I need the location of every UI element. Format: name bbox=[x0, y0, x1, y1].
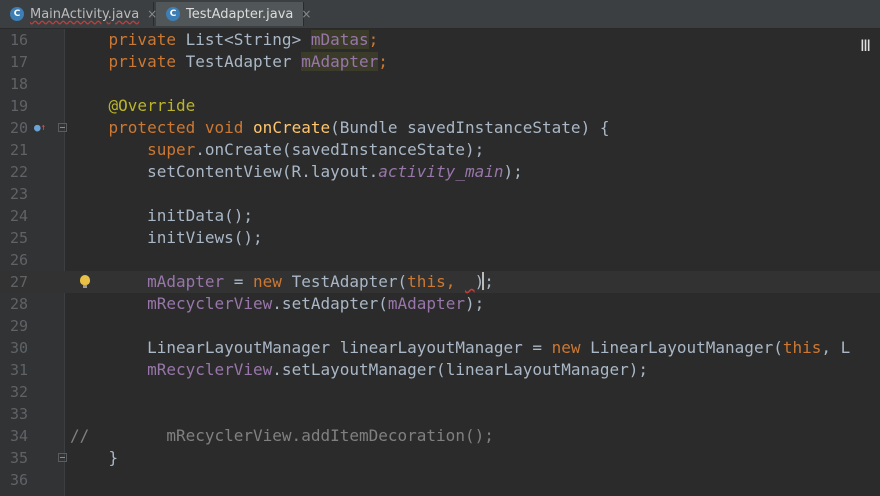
tab-testadapter[interactable]: C TestAdapter.java × bbox=[156, 2, 311, 26]
code-comment[interactable]: // mRecyclerView.addItemDecoration(); bbox=[70, 425, 494, 447]
code-line[interactable]: 30 LinearLayoutManager linearLayoutManag… bbox=[0, 337, 880, 359]
tab-mainactivity[interactable]: C MainActivity.java × bbox=[0, 2, 157, 26]
code-line-current[interactable]: 27 mAdapter = new TestAdapter(this, ); bbox=[0, 271, 880, 293]
line-number: 33 bbox=[9, 405, 28, 423]
code-line[interactable]: 23 bbox=[0, 183, 880, 205]
line-number: 28 bbox=[9, 295, 28, 313]
line-number: 17 bbox=[9, 53, 28, 71]
line-number: 29 bbox=[9, 317, 28, 335]
code-text[interactable]: mRecyclerView.setAdapter(mAdapter); bbox=[70, 293, 484, 315]
code-text[interactable]: initData(); bbox=[70, 205, 253, 227]
line-number: 27 bbox=[9, 273, 28, 291]
code-line[interactable]: 22 setContentView(R.layout.activity_main… bbox=[0, 161, 880, 183]
code-line[interactable]: 19 @Override bbox=[0, 95, 880, 117]
line-number: 18 bbox=[9, 75, 28, 93]
line-number: 35 bbox=[9, 449, 28, 467]
code-text[interactable]: super.onCreate(savedInstanceState); bbox=[70, 139, 484, 161]
code-text[interactable]: mRecyclerView.setLayoutManager(linearLay… bbox=[70, 359, 648, 381]
line-number: 24 bbox=[9, 207, 28, 225]
code-text[interactable]: } bbox=[70, 447, 119, 469]
code-line[interactable]: 28 mRecyclerView.setAdapter(mAdapter); bbox=[0, 293, 880, 315]
code-line[interactable]: 18 bbox=[0, 73, 880, 95]
line-number: 31 bbox=[9, 361, 28, 379]
editor-tab-bar: C MainActivity.java × C TestAdapter.java… bbox=[0, 0, 880, 29]
tab-label: MainActivity.java bbox=[30, 6, 140, 22]
code-line[interactable]: 25 initViews(); bbox=[0, 227, 880, 249]
code-line[interactable]: 17 private TestAdapter mAdapter; bbox=[0, 51, 880, 73]
line-number: 36 bbox=[9, 471, 28, 489]
line-number: 25 bbox=[9, 229, 28, 247]
code-line[interactable]: 36 bbox=[0, 469, 880, 491]
line-number: 34 bbox=[9, 427, 28, 445]
line-number: 21 bbox=[9, 141, 28, 159]
code-line[interactable]: 34 // mRecyclerView.addItemDecoration(); bbox=[0, 425, 880, 447]
code-text[interactable]: mAdapter = new TestAdapter(this, ); bbox=[70, 271, 494, 293]
override-method-icon[interactable]: ●↑ bbox=[34, 117, 46, 139]
line-number: 30 bbox=[9, 339, 28, 357]
code-text[interactable]: protected void onCreate(Bundle savedInst… bbox=[70, 117, 610, 139]
code-line[interactable]: 16 private List<String> mDatas; bbox=[0, 29, 880, 51]
code-line[interactable]: 33 bbox=[0, 403, 880, 425]
line-number: 20 bbox=[9, 119, 28, 137]
line-number: 16 bbox=[9, 31, 28, 49]
code-text[interactable]: setContentView(R.layout.activity_main); bbox=[70, 161, 523, 183]
line-number: 22 bbox=[9, 163, 28, 181]
java-class-icon: C bbox=[166, 7, 180, 21]
code-line[interactable]: 26 bbox=[0, 249, 880, 271]
text-caret bbox=[482, 272, 484, 290]
fold-toggle-icon[interactable] bbox=[58, 123, 67, 132]
tab-label: TestAdapter.java bbox=[186, 6, 294, 22]
text-cursor-icon: Ⅲ bbox=[860, 36, 872, 55]
code-text[interactable]: LinearLayoutManager linearLayoutManager … bbox=[70, 337, 850, 359]
code-line[interactable]: 21 super.onCreate(savedInstanceState); bbox=[0, 139, 880, 161]
line-number: 23 bbox=[9, 185, 28, 203]
code-text[interactable]: initViews(); bbox=[70, 227, 263, 249]
close-icon[interactable]: × bbox=[301, 7, 311, 21]
code-line[interactable]: 24 initData(); bbox=[0, 205, 880, 227]
code-text[interactable]: private TestAdapter mAdapter; bbox=[70, 51, 388, 73]
code-text[interactable]: @Override bbox=[70, 95, 196, 117]
code-line[interactable]: 31 mRecyclerView.setLayoutManager(linear… bbox=[0, 359, 880, 381]
line-number: 19 bbox=[9, 97, 28, 115]
code-line[interactable]: 20 ●↑ protected void onCreate(Bundle sav… bbox=[0, 117, 880, 139]
line-number: 32 bbox=[9, 383, 28, 401]
fold-toggle-icon[interactable] bbox=[58, 453, 67, 462]
code-line[interactable]: 32 bbox=[0, 381, 880, 403]
code-line[interactable]: 29 bbox=[0, 315, 880, 337]
code-line[interactable]: 35 } bbox=[0, 447, 880, 469]
java-class-icon: C bbox=[10, 7, 24, 21]
code-text[interactable]: private List<String> mDatas; bbox=[70, 29, 378, 51]
line-number: 26 bbox=[9, 251, 28, 269]
